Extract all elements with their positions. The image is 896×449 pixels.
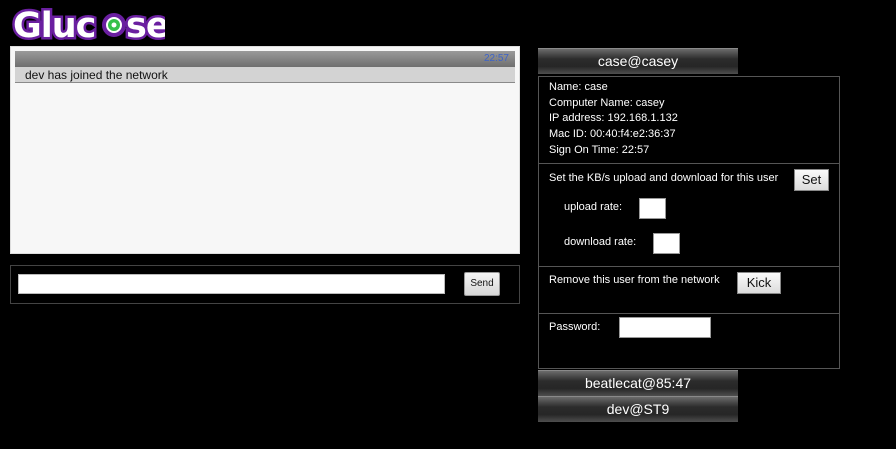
chat-timestamp: 22:57	[483, 53, 509, 64]
chat-header-strip: 22:57	[15, 51, 515, 67]
user-name: Name: case	[549, 81, 608, 93]
chat-message: dev has joined the network	[15, 67, 515, 83]
message-input[interactable]	[18, 274, 445, 294]
sign-on-time: Sign On Time: 22:57	[549, 144, 650, 156]
svg-text:se: se	[126, 6, 165, 46]
download-rate-label: download rate:	[564, 236, 637, 248]
upload-rate-label: upload rate:	[564, 201, 623, 213]
logo-gear-icon	[102, 13, 126, 37]
ip-address: IP address: 192.168.1.132	[549, 112, 678, 124]
user-info-section: Name: case Computer Name: casey IP addre…	[539, 77, 839, 164]
rate-section: Set the KB/s upload and download for thi…	[539, 163, 839, 267]
kick-button[interactable]: Kick	[737, 272, 781, 294]
send-button[interactable]: Send	[464, 272, 500, 296]
user-tab-case[interactable]: case@casey	[538, 48, 738, 74]
password-label: Password:	[549, 321, 601, 333]
svg-text:Gluc: Gluc	[13, 6, 95, 46]
rate-heading: Set the KB/s upload and download for thi…	[549, 172, 779, 184]
user-tab-beatlecat[interactable]: beatlecat@85:47	[538, 370, 738, 396]
mac-id: Mac ID: 00:40:f4:e2:36:37	[549, 128, 676, 140]
computer-name: Computer Name: casey	[549, 97, 665, 109]
user-tab-dev[interactable]: dev@ST9	[538, 396, 738, 422]
set-button[interactable]: Set	[794, 169, 829, 191]
chat-log: 22:57 dev has joined the network	[10, 46, 520, 254]
user-detail-panel: Name: case Computer Name: casey IP addre…	[538, 76, 840, 369]
upload-rate-input[interactable]	[639, 198, 666, 219]
password-section: Password:	[539, 313, 839, 369]
password-input[interactable]	[619, 317, 711, 338]
kick-section: Remove this user from the network Kick	[539, 266, 839, 314]
download-rate-input[interactable]	[653, 233, 680, 254]
glucose-logo: Gluc se	[10, 2, 166, 47]
kick-description: Remove this user from the network	[549, 274, 720, 286]
message-entry-row: Send	[10, 265, 520, 304]
